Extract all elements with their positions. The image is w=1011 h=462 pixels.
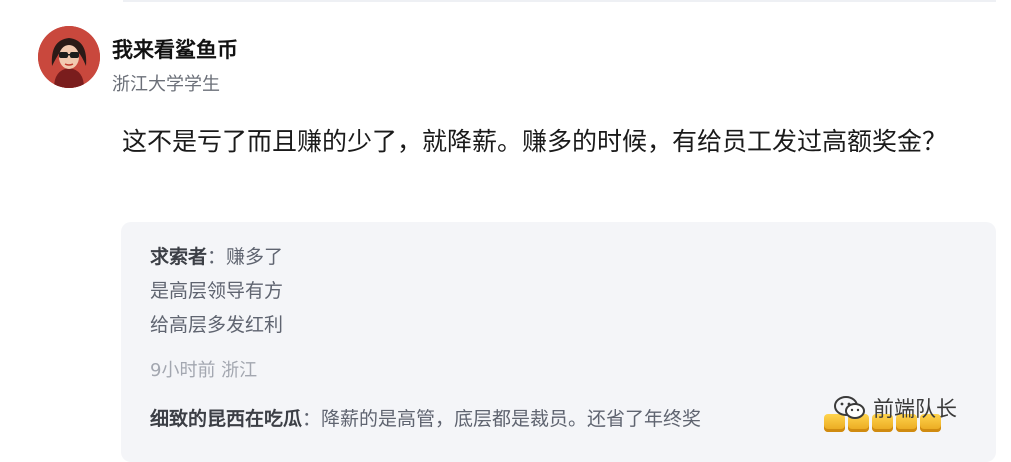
reply-2-separator: ： [302, 408, 322, 430]
watermark-text: 前端队长 [873, 397, 957, 421]
reply-2-text: 降薪的是高管，底层都是裁员。还省了年终奖 [321, 408, 702, 430]
avatar[interactable] [38, 26, 100, 88]
reply-2-author[interactable]: 细致的昆西在吃瓜 [150, 408, 302, 430]
reply-1-meta: 9小时前 浙江 [150, 360, 258, 381]
reply-1-author[interactable]: 求索者 [150, 246, 207, 268]
reply-1-separator: ： [207, 246, 227, 268]
author-name[interactable]: 我来看鲨鱼币 [112, 34, 238, 64]
watermark: 前端队长 [833, 388, 993, 428]
reply-1-line3: 给高层多发红利 [150, 314, 284, 336]
reply-1-first-line: 求索者：赚多了 [150, 242, 283, 269]
comment-text: 这不是亏了而且赚的少了，就降薪。赚多的时候，有给员工发过高额奖金？ [122, 127, 948, 156]
author-bio: 浙江大学学生 [112, 74, 220, 95]
reply-1-line1: 赚多了 [226, 246, 284, 268]
reply-1-line2: 是高层领导有方 [150, 280, 284, 302]
top-divider [123, 0, 996, 2]
reply-2: 细致的昆西在吃瓜：降薪的是高管，底层都是裁员。还省了年终奖 [150, 404, 701, 431]
wechat-icon [834, 396, 865, 419]
avatar-portrait-icon [38, 26, 100, 88]
